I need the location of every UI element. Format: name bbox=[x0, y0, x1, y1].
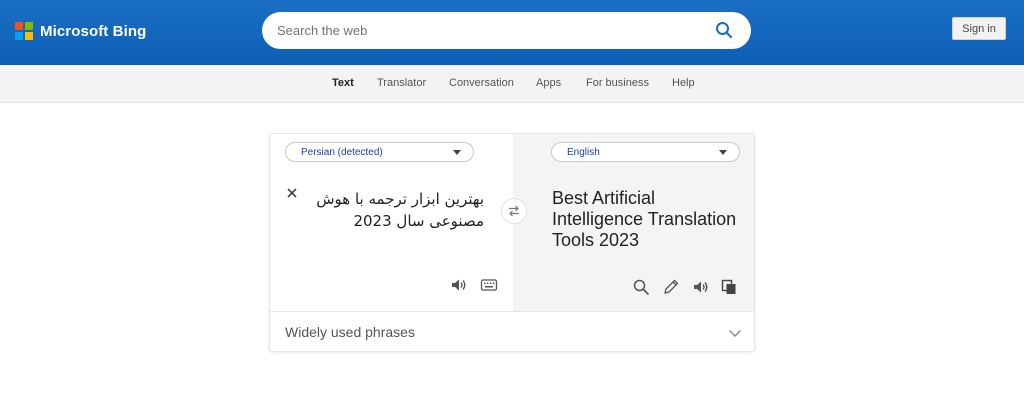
speaker-icon[interactable] bbox=[691, 278, 709, 296]
pencil-icon[interactable] bbox=[662, 278, 680, 296]
target-pane: English Best Artificial Intelligence Tra… bbox=[513, 134, 754, 311]
search-icon[interactable] bbox=[715, 21, 733, 39]
target-language-select[interactable]: English bbox=[551, 142, 740, 162]
phrases-label: Widely used phrases bbox=[285, 324, 415, 340]
source-language-select[interactable]: Persian (detected) bbox=[285, 142, 474, 162]
translator-nav: Text Translator Conversation Apps For bu… bbox=[0, 65, 1024, 103]
search-input[interactable] bbox=[277, 12, 697, 49]
chevron-down-icon bbox=[719, 150, 727, 155]
target-language-label: English bbox=[567, 146, 600, 158]
source-text-input[interactable]: بهترین ابزار ترجمه با هوش مصنوعی سال 202… bbox=[300, 188, 484, 232]
tab-conversation[interactable]: Conversation bbox=[449, 77, 514, 89]
tab-for-business[interactable]: For business bbox=[586, 77, 649, 89]
translator-card: Persian (detected) بهترین ابزار ترجمه با… bbox=[269, 133, 755, 352]
brand-name: Microsoft Bing bbox=[40, 22, 147, 40]
microsoft-logo-icon bbox=[15, 22, 33, 40]
source-pane: Persian (detected) بهترین ابزار ترجمه با… bbox=[270, 134, 513, 311]
translation-output: Best Artificial Intelligence Translation… bbox=[552, 188, 737, 250]
bing-logo[interactable]: Microsoft Bing bbox=[15, 22, 146, 40]
swap-languages-button[interactable] bbox=[501, 198, 527, 224]
tab-apps[interactable]: Apps bbox=[536, 77, 561, 89]
keyboard-icon[interactable] bbox=[480, 276, 498, 294]
widely-used-phrases-toggle[interactable]: Widely used phrases bbox=[270, 311, 754, 351]
copy-icon[interactable] bbox=[720, 278, 738, 296]
close-icon[interactable] bbox=[285, 186, 299, 200]
tab-text[interactable]: Text bbox=[332, 77, 354, 89]
chevron-down-icon bbox=[729, 330, 741, 337]
sign-in-button[interactable]: Sign in bbox=[952, 17, 1006, 40]
tab-translator[interactable]: Translator bbox=[377, 77, 426, 89]
header: Microsoft Bing Sign in bbox=[0, 0, 1024, 65]
chevron-down-icon bbox=[453, 150, 461, 155]
tab-help[interactable]: Help bbox=[672, 77, 695, 89]
search-icon[interactable] bbox=[632, 278, 650, 296]
speaker-icon[interactable] bbox=[449, 276, 467, 294]
source-language-label: Persian (detected) bbox=[301, 146, 383, 158]
search-box bbox=[262, 12, 751, 49]
swap-icon bbox=[509, 205, 519, 217]
